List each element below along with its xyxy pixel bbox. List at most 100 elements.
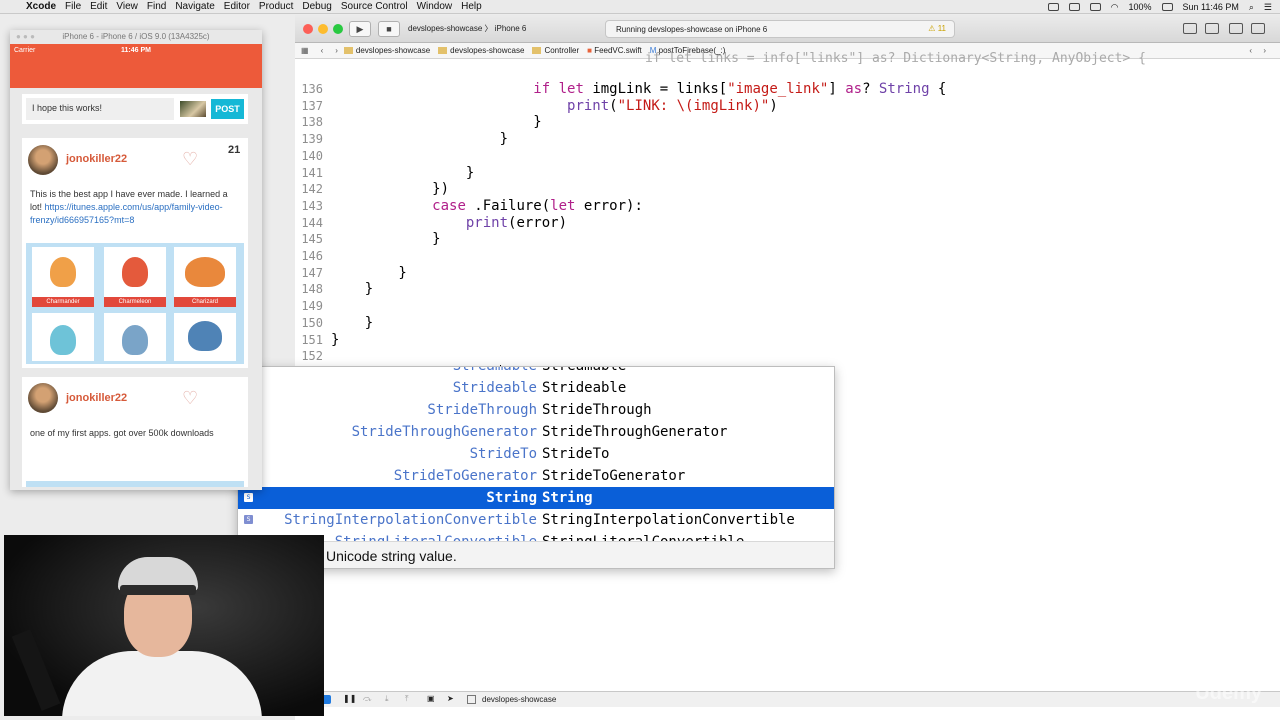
menu-help[interactable]: Help xyxy=(461,1,491,12)
minimize-window-button[interactable] xyxy=(318,24,328,34)
code-completion-popup[interactable]: Streamable Streamable S Strideable Stridea… xyxy=(237,366,835,569)
notification-center-icon[interactable]: ☰ xyxy=(1264,2,1272,13)
symbol-icon: S xyxy=(244,515,253,524)
code-line[interactable]: } xyxy=(331,265,406,281)
line-number: 146 xyxy=(301,249,323,263)
code-line[interactable]: }) xyxy=(331,181,449,197)
breadcrumb-controller[interactable]: Controller xyxy=(532,46,579,55)
code-line[interactable]: } xyxy=(331,315,373,331)
code-line[interactable]: print("LINK: \(imgLink)") xyxy=(331,98,778,114)
stop-icon: ■ xyxy=(386,24,392,34)
menu-edit[interactable]: Edit xyxy=(90,1,116,12)
utilities-toggle-icon[interactable] xyxy=(1251,23,1265,34)
menu-product[interactable]: Product xyxy=(259,1,302,12)
post-image[interactable]: Charmander Charmeleon Charizard xyxy=(26,243,244,364)
completion-row[interactable]: SStrideThroughStrideThrough xyxy=(238,399,834,421)
post-username[interactable]: jonokiller22 xyxy=(66,153,127,165)
code-line[interactable]: } xyxy=(331,165,474,181)
code-line[interactable]: } xyxy=(331,131,508,147)
image-tile xyxy=(174,313,236,361)
menu-debug[interactable]: Debug xyxy=(302,1,340,12)
heart-icon[interactable]: ♡ xyxy=(182,150,200,168)
post-image[interactable] xyxy=(26,481,244,487)
completion-name: StrideTo xyxy=(542,446,610,462)
line-number: 149 xyxy=(301,299,323,314)
menu-xcode[interactable]: Xcode xyxy=(26,1,65,12)
back-arrow-icon[interactable]: ‹ xyxy=(321,46,324,55)
breadcrumb-group[interactable]: devslopes-showcase xyxy=(438,46,524,55)
heart-icon[interactable]: ♡ xyxy=(182,389,200,407)
standard-editor-icon[interactable] xyxy=(1183,23,1197,34)
menu-file[interactable]: File xyxy=(65,1,90,12)
menu-navigate[interactable]: Navigate xyxy=(175,1,223,12)
charizard-figure xyxy=(185,257,225,287)
related-items-icon[interactable]: ▦ xyxy=(301,46,309,55)
post-button[interactable]: POST xyxy=(211,99,244,119)
menu-find[interactable]: Find xyxy=(147,1,175,12)
code-line[interactable]: } xyxy=(331,281,373,297)
completion-row-partial[interactable]: Streamable Streamable xyxy=(238,367,834,377)
post-text-input[interactable]: I hope this works! xyxy=(26,98,174,120)
issue-prev-icon[interactable]: ‹ xyxy=(1249,46,1252,55)
completion-row[interactable]: SStrideThroughGeneratorStrideThroughGene… xyxy=(238,421,834,443)
stop-button[interactable]: ■ xyxy=(378,21,400,37)
code-line[interactable]: case .Failure(let error): xyxy=(331,198,643,214)
zoom-window-button[interactable] xyxy=(333,24,343,34)
project-icon xyxy=(343,47,353,54)
debug-target-name[interactable]: devslopes-showcase xyxy=(482,695,556,704)
issue-next-icon[interactable]: › xyxy=(1263,46,1266,55)
line-number: 140 xyxy=(301,148,323,163)
completion-row[interactable]: S StringInterpolationConvertible StringInt… xyxy=(238,509,834,531)
target-icon xyxy=(467,695,476,704)
bluetooth-icon[interactable] xyxy=(1089,3,1101,11)
breadcrumb-file[interactable]: ■ FeedVC.swift xyxy=(587,46,642,55)
screen-icon[interactable] xyxy=(1047,3,1059,11)
view-debugger-icon[interactable]: ▣ xyxy=(427,694,435,703)
menu-clock[interactable]: Sun 11:46 PM xyxy=(1183,2,1239,12)
close-window-button[interactable] xyxy=(303,24,313,34)
step-over-icon[interactable]: ⤼ xyxy=(363,694,372,704)
completion-row[interactable]: SStrideToGeneratorStrideToGenerator xyxy=(238,465,834,487)
code-line[interactable]: print(error) xyxy=(331,215,567,231)
post-body: This is the best app I have ever made. I… xyxy=(30,189,228,225)
menu-view[interactable]: View xyxy=(116,1,147,12)
code-line[interactable]: } xyxy=(331,332,339,348)
navigator-toggle-icon[interactable] xyxy=(1229,23,1243,34)
breadcrumb-project[interactable]: devslopes-showcase xyxy=(343,46,430,55)
run-button[interactable]: ▶ xyxy=(349,21,371,37)
warning-badge[interactable]: ⚠ 11 xyxy=(928,24,946,33)
code-line[interactable]: } xyxy=(331,114,541,130)
avatar[interactable] xyxy=(28,383,58,413)
code-line[interactable]: } xyxy=(331,231,440,247)
pause-icon[interactable]: ❚❚ xyxy=(343,694,356,703)
wifi-icon[interactable]: ◠ xyxy=(1111,2,1119,13)
battery-icon[interactable] xyxy=(1161,3,1173,11)
avatar[interactable] xyxy=(28,145,58,175)
activity-status: Running devslopes-showcase on iPhone 6 ⚠… xyxy=(605,20,955,38)
image-tile: Charmeleon xyxy=(104,247,166,307)
step-out-icon[interactable]: ⤒ xyxy=(405,694,409,704)
menu-editor[interactable]: Editor xyxy=(224,1,259,12)
post-username[interactable]: jonokiller22 xyxy=(66,392,127,404)
completion-row-selected[interactable]: S String String xyxy=(238,487,834,509)
location-icon[interactable]: ➤ xyxy=(447,694,454,703)
time-machine-icon[interactable] xyxy=(1068,3,1080,11)
scheme-selector[interactable]: devslopes-showcase 〉 iPhone 6 xyxy=(408,23,526,34)
code-line[interactable]: if let imgLink = links["image_link"] as?… xyxy=(331,81,946,97)
menu-extras: ◠ 100% Sun 11:46 PM ⌕ ☰ xyxy=(1047,0,1272,14)
menu-source-control[interactable]: Source Control xyxy=(341,1,417,12)
post-link[interactable]: https://itunes.apple.com/us/app/family-v… xyxy=(30,202,223,225)
simulator-traffic-lights[interactable]: ● ● ● xyxy=(16,30,35,44)
completion-row[interactable]: SStrideToStrideTo xyxy=(238,443,834,465)
line-number: 137 xyxy=(301,98,323,113)
completion-row[interactable]: SStrideableStrideable xyxy=(238,377,834,399)
selected-image-thumbnail[interactable] xyxy=(180,101,206,117)
forward-arrow-icon[interactable]: › xyxy=(335,46,338,55)
step-in-icon[interactable]: ⤓ xyxy=(385,694,389,704)
spotlight-icon[interactable]: ⌕ xyxy=(1249,2,1254,13)
assistant-editor-icon[interactable] xyxy=(1205,23,1219,34)
post-card: jonokiller22 ♡ 21 This is the best app I… xyxy=(22,138,248,368)
symbol-icon: S xyxy=(244,493,253,502)
play-icon: ▶ xyxy=(356,24,364,34)
menu-window[interactable]: Window xyxy=(417,1,462,12)
